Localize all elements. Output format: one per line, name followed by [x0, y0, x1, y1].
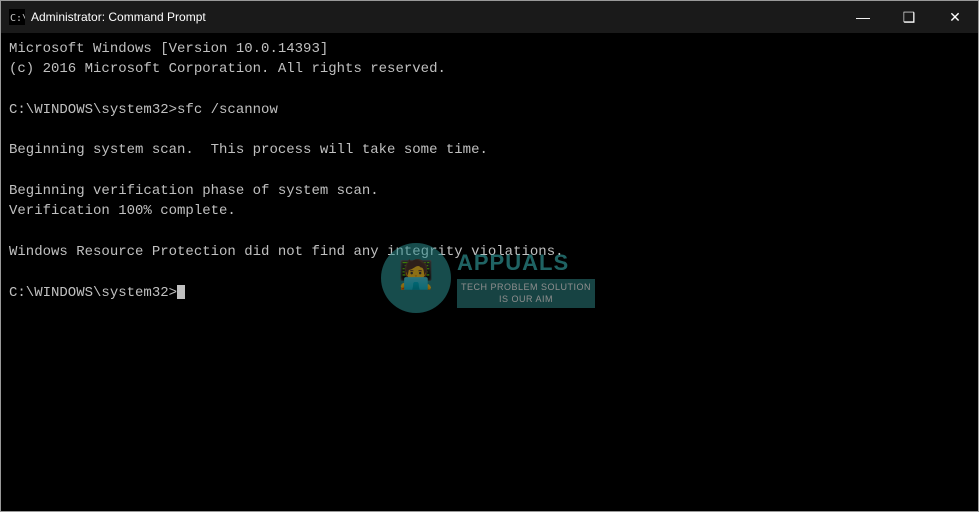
console-line-empty: [9, 222, 970, 242]
svg-text:C:\: C:\: [10, 13, 25, 24]
minimize-button[interactable]: —: [840, 1, 886, 33]
window-controls: — ❑ ✕: [840, 1, 978, 33]
console-line-verify: Beginning verification phase of system s…: [9, 181, 970, 201]
console-line-empty: [9, 161, 970, 181]
cursor: [177, 285, 185, 299]
console-line: (c) 2016 Microsoft Corporation. All righ…: [9, 59, 970, 79]
console-line-empty: [9, 262, 970, 282]
console-line-command: C:\WINDOWS\system32>sfc /scannow: [9, 100, 970, 120]
cmd-window: C:\ Administrator: Command Prompt — ❑ ✕ …: [0, 0, 979, 512]
maximize-button[interactable]: ❑: [886, 1, 932, 33]
console-line-prompt: C:\WINDOWS\system32>: [9, 283, 970, 303]
title-bar: C:\ Administrator: Command Prompt — ❑ ✕: [1, 1, 978, 33]
cmd-icon: C:\: [9, 9, 25, 25]
console-line-complete: Verification 100% complete.: [9, 201, 970, 221]
console-line-result: Windows Resource Protection did not find…: [9, 242, 970, 262]
window-title: Administrator: Command Prompt: [31, 10, 970, 24]
close-button[interactable]: ✕: [932, 1, 978, 33]
console-line-scan: Beginning system scan. This process will…: [9, 140, 970, 160]
console-line-empty: [9, 80, 970, 100]
console-line: Microsoft Windows [Version 10.0.14393]: [9, 39, 970, 59]
console-line-empty: [9, 120, 970, 140]
console-body[interactable]: Microsoft Windows [Version 10.0.14393] (…: [1, 33, 978, 511]
